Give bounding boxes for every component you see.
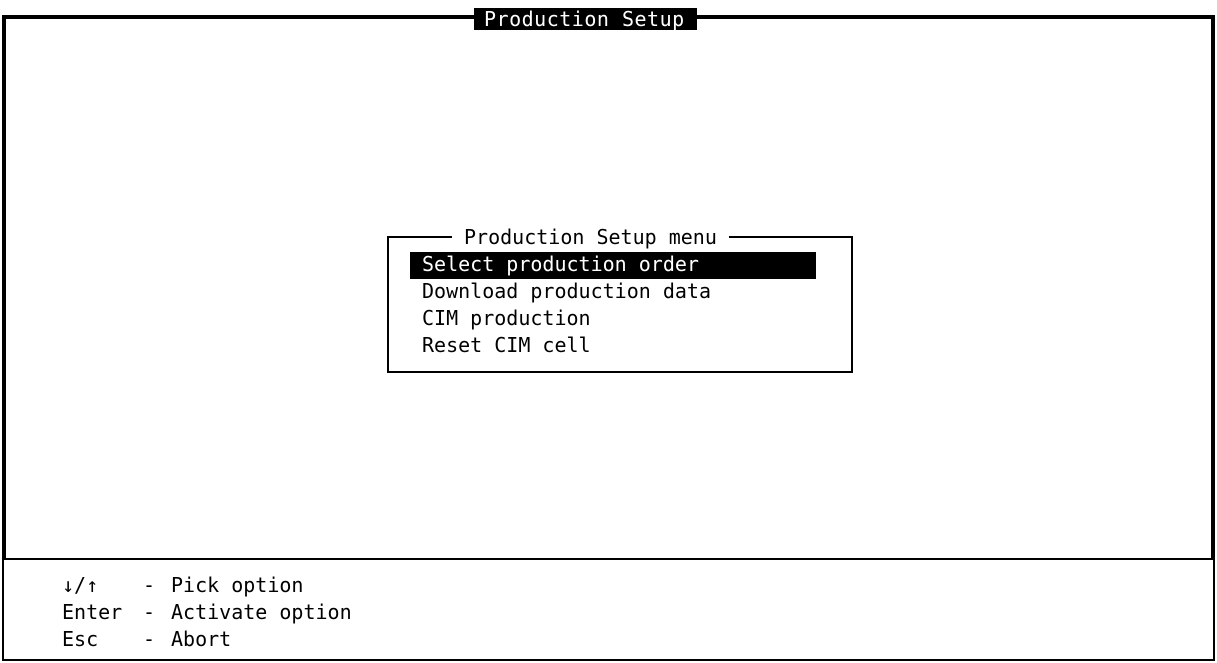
key-help-list: ↓/↑ - Pick option Enter - Activate option Es… [62,572,352,653]
help-key-esc: Esc [62,627,99,651]
help-key-arrows: ↓/↑ [62,573,99,597]
terminal-screen: Production Setup Production Setup menu S… [0,0,1215,661]
help-key-enter: Enter [62,600,123,624]
menu-item-download-production-data[interactable]: Download production data [410,279,816,306]
help-separator: - [143,600,156,624]
help-line-abort: Esc - Abort [62,626,352,653]
help-separator: - [143,627,156,651]
menu-title: Production Setup menu [452,226,729,248]
help-separator: - [143,573,156,597]
help-text-activate: Activate option [171,600,352,624]
menu-item-cim-production[interactable]: CIM production [410,306,816,333]
help-line-activate: Enter - Activate option [62,599,352,626]
menu-list: Select production order Download product… [410,252,816,360]
help-text-pick: Pick option [171,573,304,597]
window-title: Production Setup [474,8,697,30]
help-text-abort: Abort [171,627,232,651]
production-setup-menu: Production Setup menu Select production … [387,226,853,373]
menu-item-reset-cim-cell[interactable]: Reset CIM cell [410,333,816,360]
menu-item-select-production-order[interactable]: Select production order [410,252,816,279]
help-line-pick: ↓/↑ - Pick option [62,572,352,599]
